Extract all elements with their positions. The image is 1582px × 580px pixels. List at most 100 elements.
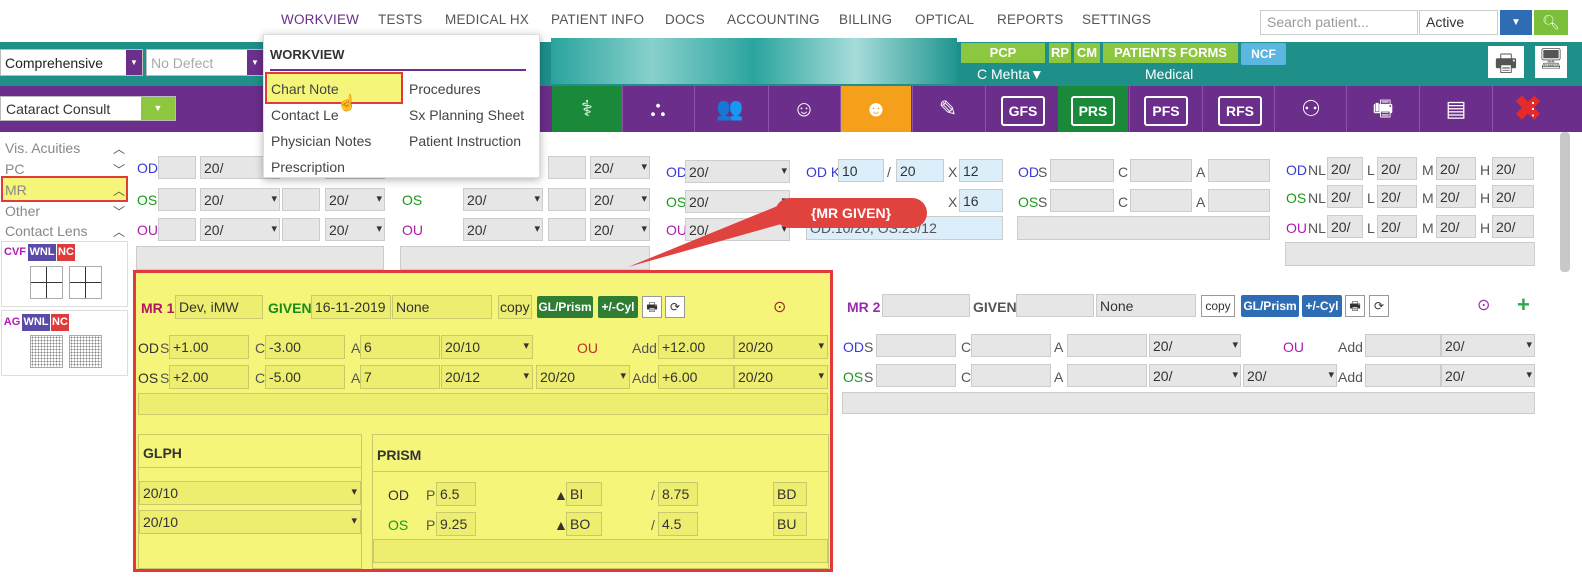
mr2-date[interactable] — [1016, 294, 1094, 317]
print-icon[interactable]: 🖶 — [1345, 295, 1365, 317]
menu-item-procedures[interactable]: Procedures — [409, 81, 481, 97]
prism-od-base[interactable]: BI — [566, 482, 602, 506]
mr2-copy-button[interactable]: copy — [1201, 295, 1235, 317]
prism-os-p2[interactable]: 4.5 — [658, 512, 698, 536]
vis-field[interactable] — [282, 188, 320, 211]
prism-os-base[interactable]: BO — [566, 512, 602, 536]
mr1-os-add[interactable]: +6.00 — [658, 365, 734, 389]
mr2-cyl-button[interactable]: +/-Cyl — [1302, 295, 1342, 317]
mr2-provider[interactable] — [882, 294, 970, 317]
chevron-down-icon[interactable]: ﹀ — [113, 203, 125, 220]
vis-field[interactable] — [158, 188, 196, 211]
h-field[interactable]: 20/ — [1492, 215, 1534, 238]
cvf-box[interactable]: CVF WNL NC — [1, 241, 128, 307]
patient-forms-button[interactable]: PATIENTS FORMS — [1103, 43, 1238, 63]
doctors-icon[interactable]: ⚇ — [1276, 86, 1346, 132]
chevron-up-icon[interactable]: ︿ — [113, 182, 125, 199]
m-field[interactable]: 20/ — [1436, 157, 1476, 180]
menu-item-patient-instruction[interactable]: Patient Instruction — [409, 133, 521, 149]
nl-field[interactable]: 20/ — [1327, 185, 1363, 208]
exam-type-select[interactable]: Comprehensive ▼ — [0, 49, 143, 76]
monitor-settings-icon[interactable]: 🖥 — [1535, 46, 1567, 78]
vis-field[interactable] — [548, 188, 586, 211]
wnl-badge[interactable]: WNL — [28, 244, 56, 261]
s-field[interactable] — [1050, 189, 1114, 212]
tab-settings[interactable]: SETTINGS — [1082, 12, 1151, 27]
m-field[interactable]: 20/ — [1436, 215, 1476, 238]
chevron-up-icon[interactable]: ︿ — [113, 223, 125, 240]
k-os-axis[interactable]: 16 — [959, 189, 1003, 212]
search-button[interactable]: 🔍︎ — [1534, 10, 1568, 35]
vis-field[interactable] — [158, 156, 196, 179]
vis-select[interactable]: 20/ — [200, 188, 280, 211]
mr1-od-s[interactable]: +1.00 — [169, 335, 249, 359]
chevron-up-icon[interactable]: ︿ — [113, 140, 125, 157]
mr2-os-ou-va[interactable]: 20/ — [1243, 364, 1337, 387]
mr2-od-s[interactable] — [876, 334, 956, 357]
vis-field[interactable] — [548, 218, 586, 241]
tab-accounting[interactable]: ACCOUNTING — [727, 12, 820, 27]
mr1-os-s[interactable]: +2.00 — [169, 365, 249, 389]
vis-select[interactable]: 20/ — [463, 188, 543, 211]
more-vertical-icon[interactable]: ⋮ — [1523, 86, 1543, 132]
vis-field[interactable] — [548, 156, 586, 179]
check-circle-icon[interactable]: ⊙ — [773, 297, 786, 317]
tab-billing[interactable]: BILLING — [839, 12, 892, 27]
sidebar-item-pc[interactable]: PC — [5, 161, 24, 177]
glph-select-2[interactable]: 20/10 — [139, 510, 361, 534]
scrollbar[interactable] — [1560, 132, 1570, 272]
prism-od-p[interactable]: 6.5 — [436, 482, 476, 506]
notes[interactable] — [1017, 216, 1270, 240]
mr1-od-add-va[interactable]: 20/20 — [734, 335, 828, 359]
s-field[interactable] — [1050, 159, 1114, 182]
vis-select[interactable]: 20/ — [685, 160, 790, 183]
fax-icon[interactable]: 🖷 — [1348, 86, 1418, 132]
vis-field[interactable] — [158, 218, 196, 241]
vis-select[interactable]: 20/ — [590, 156, 650, 179]
sidebar-item-mr[interactable]: MR — [5, 182, 27, 198]
rp-button[interactable]: RP — [1049, 43, 1071, 63]
mr2-os-add[interactable] — [1365, 364, 1441, 387]
mr2-os-s[interactable] — [876, 364, 956, 387]
menu-item-chart-note[interactable]: Chart Note — [271, 81, 339, 97]
mr2-os-va[interactable]: 20/ — [1149, 364, 1241, 387]
vis-select[interactable]: 20/ — [325, 218, 385, 241]
ncf-button[interactable]: NCF — [1241, 43, 1286, 65]
l-field[interactable]: 20/ — [1377, 185, 1417, 208]
sidebar-item-contact-lens[interactable]: Contact Lens — [5, 223, 88, 239]
exam-patient-icon[interactable]: ⚕ — [552, 86, 622, 132]
vis-select[interactable]: 20/ — [325, 188, 385, 211]
pfs-button[interactable]: PFS — [1131, 86, 1201, 132]
mr2-notes[interactable] — [842, 392, 1535, 414]
mr2-od-add[interactable] — [1365, 334, 1441, 357]
screen-icon[interactable]: ▤ — [1421, 86, 1491, 132]
consultation-icon[interactable]: 👥 — [695, 86, 765, 132]
prism-notes[interactable] — [373, 539, 828, 563]
mr1-os-va[interactable]: 20/12 — [441, 365, 533, 389]
sidebar-item-other[interactable]: Other — [5, 203, 40, 219]
mr1-none[interactable]: None — [392, 295, 492, 319]
menu-item-contact-lens[interactable]: Contact Le — [271, 107, 339, 123]
sidebar-item-vis-acuities[interactable]: Vis. Acuities — [5, 140, 80, 156]
ag-box[interactable]: AG WNL NC — [1, 310, 128, 376]
mr1-cyl-button[interactable]: +/-Cyl — [598, 296, 638, 318]
l-field[interactable]: 20/ — [1377, 215, 1417, 238]
tab-medical-hx[interactable]: MEDICAL HX — [445, 12, 529, 27]
m-field[interactable]: 20/ — [1436, 185, 1476, 208]
vis-select[interactable]: 20/ — [463, 218, 543, 241]
nl-field[interactable]: 20/ — [1327, 157, 1363, 180]
a-field[interactable] — [1208, 159, 1270, 182]
mr2-od-va[interactable]: 20/ — [1149, 334, 1241, 357]
add-icon[interactable]: + — [1517, 292, 1530, 318]
cvf-grid[interactable] — [30, 266, 102, 302]
mr2-os-c[interactable] — [971, 364, 1051, 387]
pcp-button[interactable]: PCP — [961, 43, 1045, 63]
mr1-date[interactable]: 16-11-2019 — [311, 295, 391, 319]
print-icon[interactable]: 🖶 — [642, 296, 662, 318]
consult-select[interactable]: Cataract Consult ▼ — [0, 96, 176, 121]
prism-od-p2[interactable]: 8.75 — [658, 482, 698, 506]
k-od-axis[interactable]: 12 — [959, 159, 1003, 182]
refresh-icon[interactable]: ⟳ — [665, 296, 685, 318]
refresh-icon[interactable]: ⟳ — [1369, 295, 1389, 317]
status-dropdown-button[interactable]: ▼ — [1500, 10, 1532, 35]
